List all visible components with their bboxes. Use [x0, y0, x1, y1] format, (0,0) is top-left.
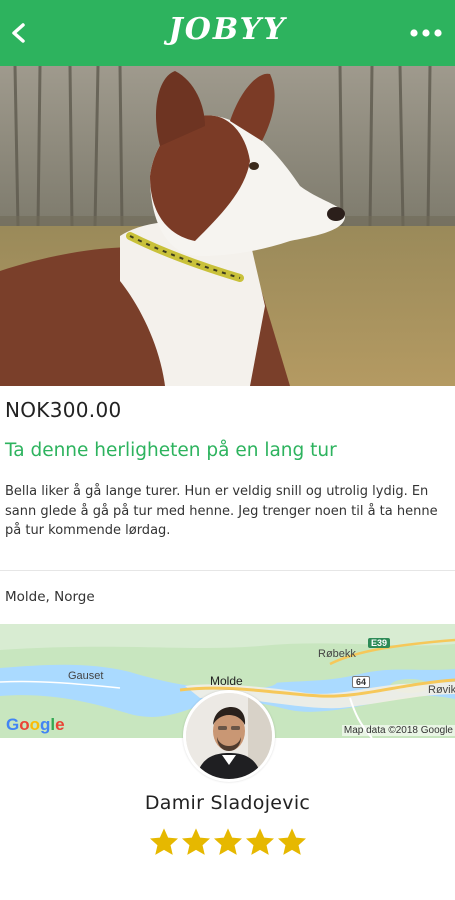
google-logo: Google — [6, 715, 65, 734]
map-shield-e39: E39 — [368, 638, 391, 648]
listing-photo — [0, 66, 455, 386]
divider — [0, 570, 455, 571]
listing-description: Bella liker å gå lange turer. Hun er vel… — [5, 484, 438, 538]
star-icon — [212, 826, 244, 858]
more-dots-icon — [410, 29, 442, 37]
map-label-molde: Molde — [210, 674, 243, 688]
map-label-robekk: Røbekk — [318, 648, 356, 660]
top-app-bar: JOBYY — [0, 0, 455, 66]
listing-location: Molde, Norge — [5, 589, 95, 605]
star-icon — [276, 826, 308, 858]
star-icon — [244, 826, 276, 858]
map-shield-64: 64 — [352, 676, 371, 688]
map-label-gauset: Gauset — [68, 670, 104, 682]
user-name: Damir Sladojevic — [144, 792, 311, 814]
app-logo: JOBYY — [168, 12, 287, 47]
user-rating — [0, 826, 455, 862]
avatar-illustration — [186, 693, 272, 779]
listing-title: Ta denne herligheten på en lang tur — [5, 440, 337, 461]
more-options-button[interactable] — [409, 24, 443, 42]
dog-photo-illustration — [0, 66, 455, 386]
user-avatar[interactable] — [183, 690, 275, 782]
map-label-rovik: Røvik — [428, 684, 455, 696]
map-credit: Map data ©2018 Google — [341, 725, 455, 736]
star-icon — [148, 826, 180, 858]
star-icon — [180, 826, 212, 858]
listing-price: NOK300.00 — [5, 398, 122, 422]
